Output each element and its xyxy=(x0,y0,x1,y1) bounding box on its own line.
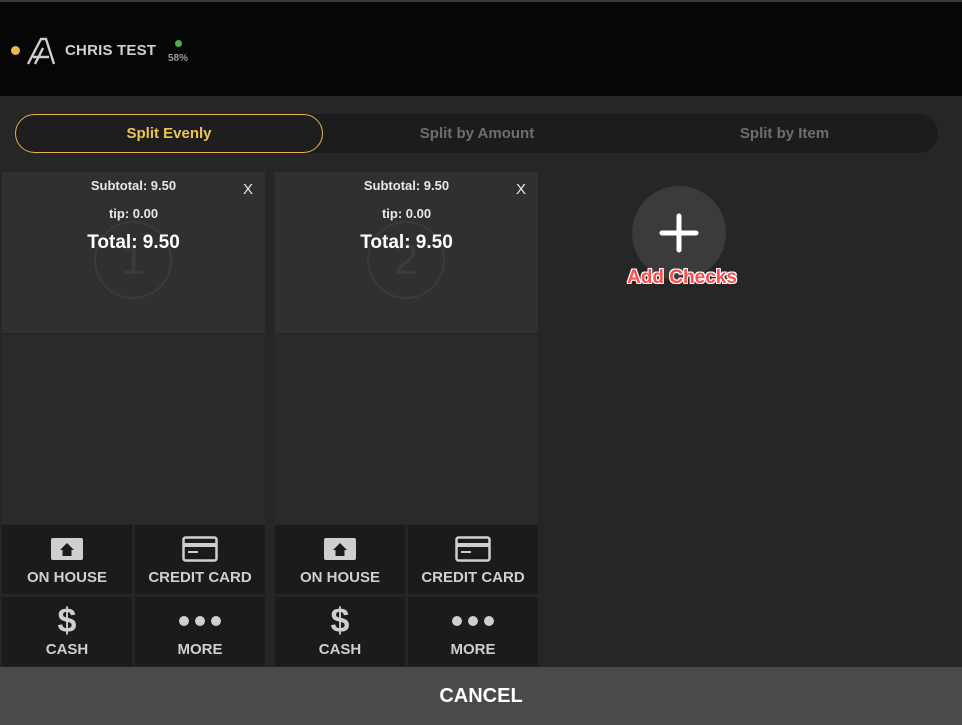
tab-split-by-amount[interactable]: Split by Amount xyxy=(323,114,631,153)
add-checks-label: Add Checks xyxy=(627,267,737,288)
cash-button[interactable]: $ CASH xyxy=(275,597,405,666)
cash-button[interactable]: $ CASH xyxy=(2,597,132,666)
dollar-icon: $ xyxy=(330,601,350,640)
cancel-button[interactable]: CANCEL xyxy=(0,667,962,725)
remove-check-button[interactable]: X xyxy=(243,181,253,198)
app-logo-icon xyxy=(26,37,56,65)
more-dots-icon xyxy=(408,607,538,635)
more-dots-icon xyxy=(135,607,265,635)
tab-split-evenly[interactable]: Split Evenly xyxy=(15,114,323,153)
on-house-label: ON HOUSE xyxy=(299,569,380,586)
check-summary: 2 Subtotal: 9.50 tip: 0.00 Total: 9.50 X xyxy=(275,172,538,333)
check-items-area xyxy=(275,335,538,524)
check-card-2: 2 Subtotal: 9.50 tip: 0.00 Total: 9.50 X… xyxy=(275,172,538,666)
battery-level: 58% xyxy=(168,53,189,64)
more-label: MORE xyxy=(450,641,496,658)
house-icon xyxy=(275,535,405,563)
check-subtotal: Subtotal: 9.50 xyxy=(90,178,177,193)
add-check-button[interactable] xyxy=(632,186,726,280)
top-divider xyxy=(0,0,962,2)
more-button[interactable]: MORE xyxy=(408,597,538,666)
tab-split-by-item[interactable]: Split by Item xyxy=(631,114,938,153)
dollar-icon: $ xyxy=(57,601,77,640)
user-name: CHRIS TEST xyxy=(65,42,157,59)
credit-card-label: CREDIT CARD xyxy=(148,569,252,586)
credit-card-button[interactable]: CREDIT CARD xyxy=(135,525,265,594)
top-bar: CHRIS TEST 58% xyxy=(0,0,962,96)
plus-icon xyxy=(659,213,699,253)
check-total: Total: 9.50 xyxy=(87,232,180,253)
house-icon xyxy=(2,535,132,563)
check-summary: 1 Subtotal: 9.50 tip: 0.00 Total: 9.50 X xyxy=(2,172,265,333)
check-tip: tip: 0.00 xyxy=(108,206,159,221)
battery-status-icon xyxy=(175,40,182,47)
check-items-area xyxy=(2,335,265,524)
credit-card-button[interactable]: CREDIT CARD xyxy=(408,525,538,594)
status-indicator xyxy=(11,46,20,55)
check-tip: tip: 0.00 xyxy=(381,206,432,221)
check-card-1: 1 Subtotal: 9.50 tip: 0.00 Total: 9.50 X… xyxy=(2,172,265,666)
cash-label: CASH xyxy=(45,641,89,658)
check-total: Total: 9.50 xyxy=(360,232,453,253)
on-house-button[interactable]: ON HOUSE xyxy=(2,525,132,594)
split-mode-tabs: Split Evenly Split by Amount Split by It… xyxy=(14,114,938,153)
credit-card-label: CREDIT CARD xyxy=(421,569,525,586)
more-label: MORE xyxy=(177,641,223,658)
remove-check-button[interactable]: X xyxy=(516,181,526,198)
credit-card-icon xyxy=(135,535,265,563)
on-house-label: ON HOUSE xyxy=(26,569,107,586)
check-subtotal: Subtotal: 9.50 xyxy=(363,178,450,193)
cash-label: CASH xyxy=(318,641,362,658)
credit-card-icon xyxy=(408,535,538,563)
on-house-button[interactable]: ON HOUSE xyxy=(275,525,405,594)
more-button[interactable]: MORE xyxy=(135,597,265,666)
